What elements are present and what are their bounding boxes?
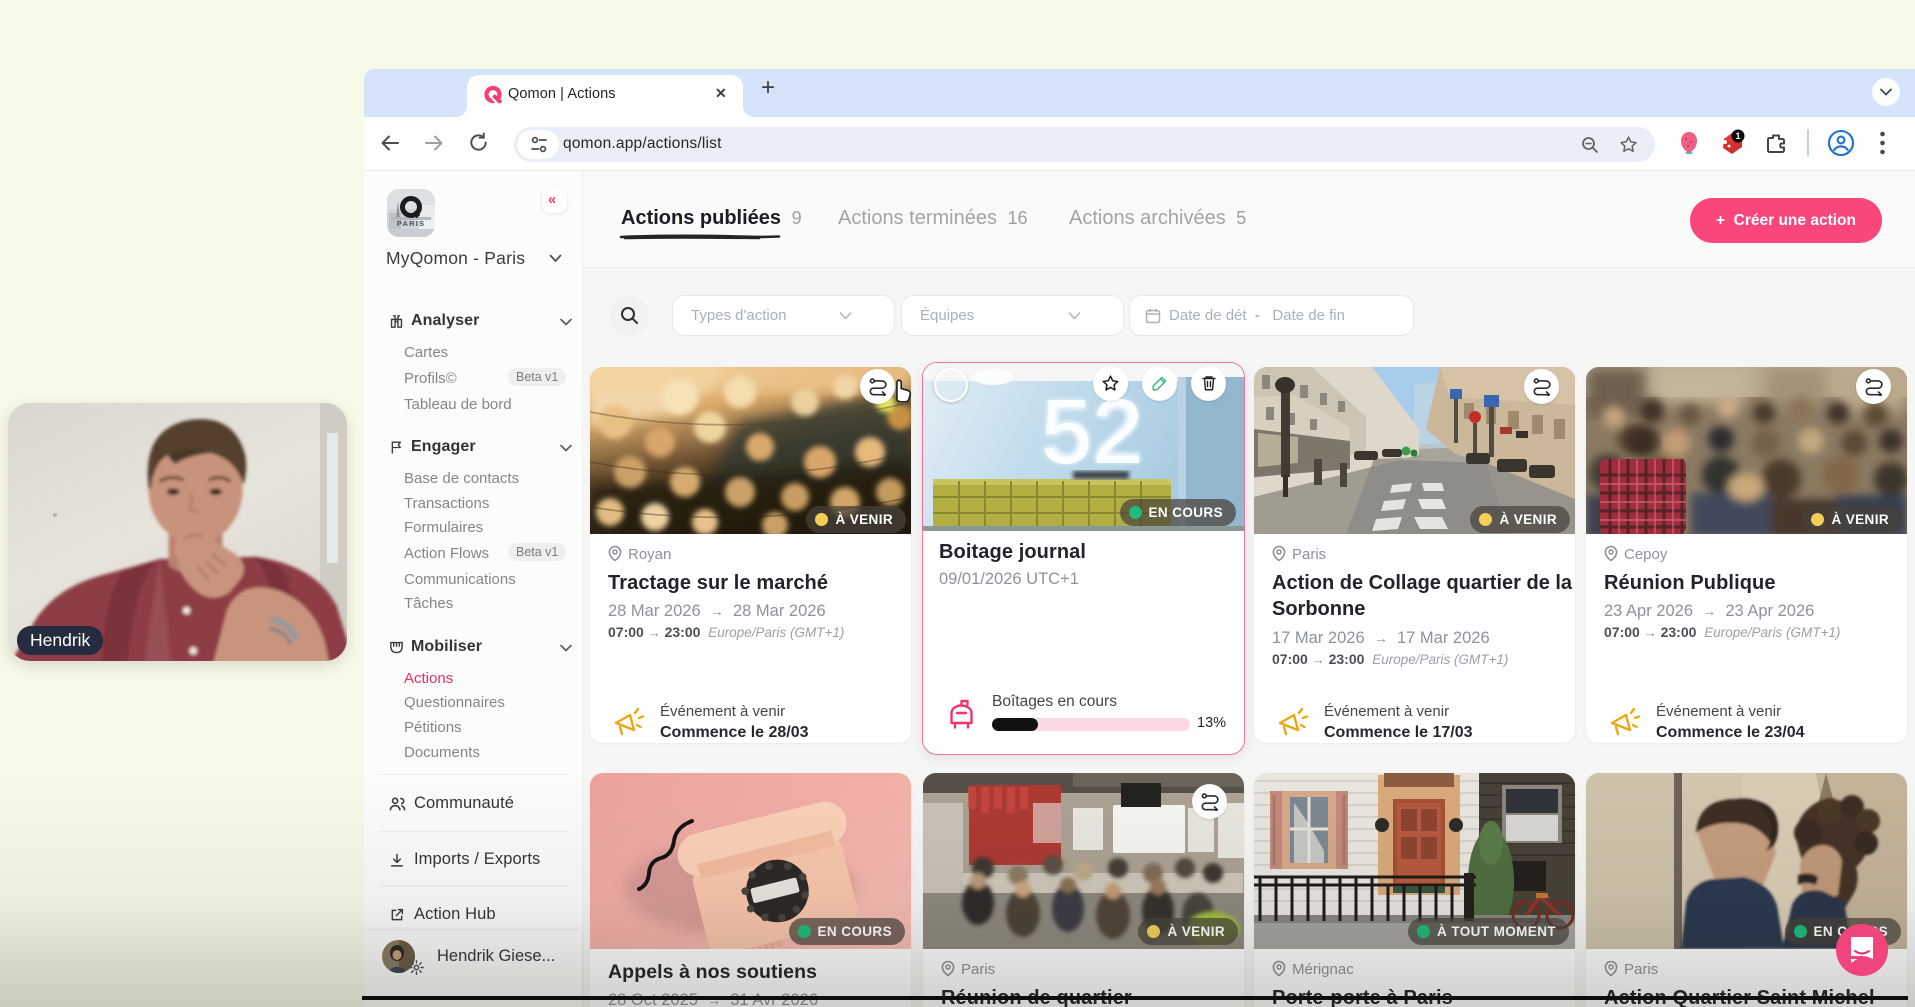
svg-text:PARIS: PARIS bbox=[397, 219, 425, 228]
svg-text:1: 1 bbox=[1735, 131, 1740, 141]
svg-text:52: 52 bbox=[1041, 381, 1143, 483]
